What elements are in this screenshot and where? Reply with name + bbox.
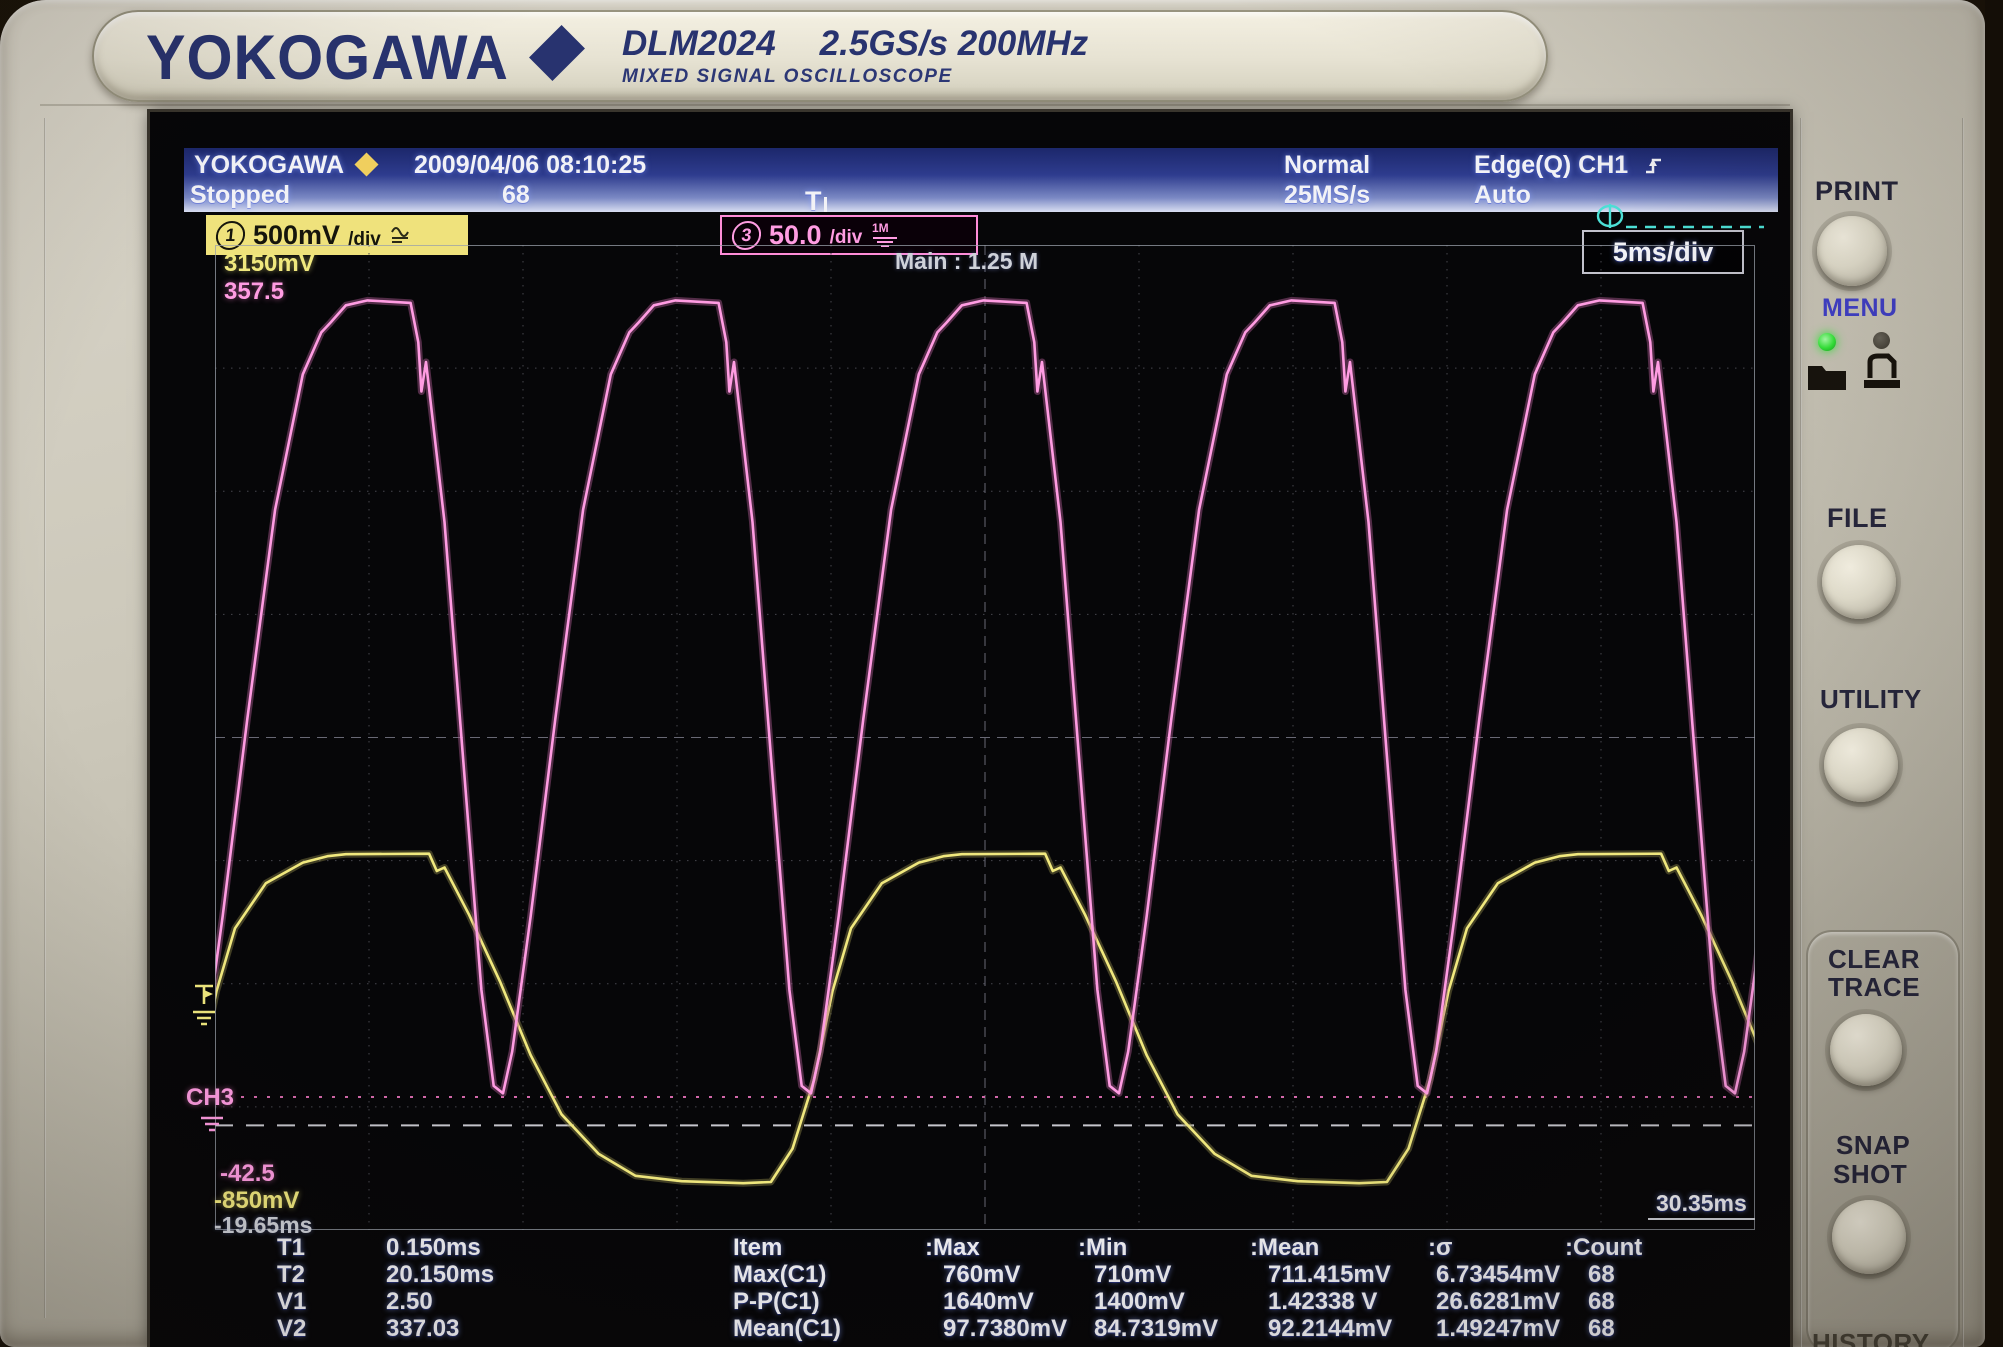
cursor-label: V2 bbox=[277, 1315, 307, 1342]
photo-dark-edge bbox=[1985, 0, 2003, 1347]
measure-header: Item bbox=[733, 1234, 783, 1261]
ch1-top-value: 3150mV bbox=[224, 250, 315, 277]
print-button[interactable] bbox=[1817, 216, 1887, 286]
utility-label: UTILITY bbox=[1820, 684, 1922, 714]
utility-button[interactable] bbox=[1824, 728, 1898, 802]
measure-cell: 26.6281mV bbox=[1436, 1288, 1561, 1315]
bezel-groove-right bbox=[1962, 118, 1964, 1347]
measure-cell: 1400mV bbox=[1094, 1288, 1185, 1315]
model-subtitle: MIXED SIGNAL OSCILLOSCOPE bbox=[622, 66, 953, 87]
status-sample-rate: 25MS/s bbox=[1284, 181, 1371, 209]
measure-cell: 84.7319mV bbox=[1094, 1315, 1219, 1342]
status-acq-mode: Normal bbox=[1284, 151, 1371, 179]
status-trigger-mode: Auto bbox=[1474, 181, 1531, 209]
status-diamond-icon bbox=[354, 152, 379, 177]
measure-cell: 710mV bbox=[1094, 1261, 1172, 1288]
measure-cell: P-P(C1) bbox=[733, 1288, 820, 1315]
snap-shot-button[interactable] bbox=[1832, 1200, 1906, 1274]
model-line: DLM2024 2.5GS/s 200MHz bbox=[622, 24, 1088, 64]
brand-name: YOKOGAWA bbox=[146, 23, 509, 93]
status-acq-count: 68 bbox=[502, 181, 530, 209]
cursor-value: 0.150ms bbox=[386, 1234, 481, 1261]
status-acq-state: Stopped bbox=[190, 181, 290, 209]
ch3-bottom-value: -42.5 bbox=[220, 1160, 275, 1187]
measure-cell: 97.7380mV bbox=[943, 1315, 1068, 1342]
trigger-tick-icon bbox=[823, 197, 827, 212]
ch1-ground-marker-icon bbox=[193, 984, 215, 1026]
status-datetime: 2009/04/06 08:10:25 bbox=[414, 151, 647, 179]
measure-cell: Max(C1) bbox=[733, 1261, 827, 1288]
bezel-groove-left bbox=[44, 118, 46, 1318]
model-specs: 2.5GS/s 200MHz bbox=[819, 24, 1089, 63]
brand-plate: YOKOGAWA DLM2024 2.5GS/s 200MHz MIXED SIG… bbox=[92, 10, 1548, 102]
ch3-position-label: CH3 bbox=[186, 1084, 235, 1111]
measure-cell: 6.73454mV bbox=[1436, 1261, 1561, 1288]
menu-label: MENU bbox=[1822, 294, 1898, 322]
clear-trace-label-1: CLEAR bbox=[1828, 944, 1921, 974]
measure-cell: 68 bbox=[1588, 1288, 1615, 1315]
lcd-screen: YOKOGAWA 2009/04/06 08:10:25 Normal Edge… bbox=[150, 112, 1790, 1347]
history-label: HISTORY bbox=[1812, 1328, 1930, 1347]
cursor-value: 20.150ms bbox=[386, 1261, 495, 1288]
model-number: DLM2024 bbox=[622, 24, 776, 63]
file-button[interactable] bbox=[1822, 545, 1896, 619]
record-length-readout: Main : 1.25 M bbox=[895, 248, 1039, 274]
measure-header: :Max bbox=[925, 1234, 980, 1261]
cursor-label: V1 bbox=[277, 1288, 307, 1315]
ch1-bottom-value: -850mV bbox=[214, 1187, 300, 1214]
cursor-value: 337.03 bbox=[386, 1315, 460, 1342]
status-trigger-source: Edge(Q) CH1 bbox=[1474, 151, 1665, 180]
measure-cell: 760mV bbox=[943, 1261, 1021, 1288]
measure-header: :Min bbox=[1078, 1234, 1128, 1261]
bezel-groove-panel bbox=[1800, 118, 1802, 1347]
measure-cell: 711.415mV bbox=[1268, 1261, 1391, 1288]
measure-cell: 68 bbox=[1588, 1315, 1615, 1342]
measure-cell: Mean(C1) bbox=[733, 1315, 842, 1342]
ch1-coupling-icon bbox=[390, 227, 409, 243]
snap-shot-label-2: SHOT bbox=[1833, 1159, 1908, 1189]
printer-icon bbox=[1864, 353, 1900, 388]
menu-led-off-icon bbox=[1873, 332, 1890, 349]
bezel-seam bbox=[40, 104, 1790, 106]
waveform-plot bbox=[215, 245, 1755, 1230]
folder-icon bbox=[1808, 366, 1846, 390]
measure-cell: 1640mV bbox=[943, 1288, 1034, 1315]
cursor-label: T2 bbox=[277, 1261, 306, 1288]
trigger-edge-icon bbox=[1646, 158, 1662, 174]
file-label: FILE bbox=[1827, 503, 1888, 533]
trigger-position-marker: T bbox=[805, 186, 827, 217]
measure-cell: 1.49247mV bbox=[1436, 1315, 1561, 1342]
clear-trace-button[interactable] bbox=[1830, 1014, 1902, 1086]
cursor-label: T1 bbox=[277, 1234, 306, 1261]
oscilloscope-front-panel: YOKOGAWA DLM2024 2.5GS/s 200MHz MIXED SIG… bbox=[0, 0, 2003, 1347]
measure-cell: 68 bbox=[1588, 1261, 1615, 1288]
status-bar: YOKOGAWA 2009/04/06 08:10:25 Normal Edge… bbox=[184, 148, 1778, 212]
cursor-value: 2.50 bbox=[386, 1288, 433, 1315]
ch3-ground-marker-icon bbox=[201, 1116, 223, 1132]
snap-shot-label-1: SNAP bbox=[1836, 1130, 1911, 1160]
ch1-position-icon bbox=[1596, 204, 1764, 229]
time-right-underline bbox=[1648, 1218, 1755, 1220]
status-brand: YOKOGAWA bbox=[194, 151, 345, 179]
measure-header: :σ bbox=[1428, 1234, 1453, 1261]
brand-diamond-icon bbox=[529, 25, 585, 81]
print-label: PRINT bbox=[1815, 176, 1899, 206]
svg-text:1M: 1M bbox=[872, 221, 889, 235]
time-right-value: 30.35ms bbox=[1656, 1190, 1747, 1216]
measure-cell: 1.42338 V bbox=[1268, 1288, 1378, 1315]
measure-cell: 92.2144mV bbox=[1268, 1315, 1393, 1342]
measure-header: :Mean bbox=[1250, 1234, 1320, 1261]
ch3-top-value: 357.5 bbox=[224, 278, 285, 305]
menu-led-on-icon bbox=[1818, 333, 1836, 351]
clear-trace-label-2: TRACE bbox=[1828, 972, 1921, 1002]
measure-header: :Count bbox=[1565, 1234, 1643, 1261]
